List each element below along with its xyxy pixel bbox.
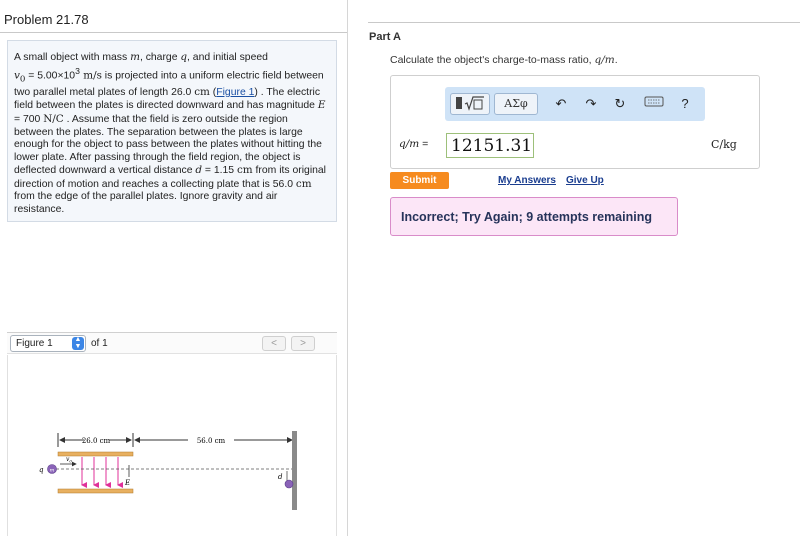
- title-divider: [0, 32, 348, 33]
- problem-statement: A small object with mass m, charge q, an…: [7, 40, 337, 222]
- gap-length-label: 56.0 cm: [197, 437, 226, 445]
- figure-select[interactable]: Figure 1 ▲ ▼: [10, 335, 86, 352]
- part-title: Part A: [369, 31, 401, 43]
- reset-icon[interactable]: ↻: [611, 94, 629, 114]
- particle-mass-label: m: [50, 468, 55, 474]
- submit-button[interactable]: Submit: [390, 172, 449, 189]
- answer-box: ΑΣφ ↶ ↷ ↻ ? q/m = 12151.31 C/kg: [390, 75, 760, 169]
- keyboard-icon[interactable]: [643, 94, 665, 114]
- answer-input[interactable]: 12151.31: [446, 133, 534, 158]
- figure-link[interactable]: Figure 1: [216, 87, 254, 98]
- part-divider: [368, 22, 800, 23]
- lower-plate: [57, 488, 134, 494]
- answer-label: q/m =: [399, 138, 429, 150]
- answer-unit: C/kg: [711, 138, 737, 151]
- math-toolbar: ΑΣφ ↶ ↷ ↻ ?: [445, 87, 705, 121]
- collecting-plate: [292, 431, 297, 510]
- chevron-updown-icon: ▲ ▼: [72, 336, 84, 350]
- particle-at-plate: [284, 479, 294, 489]
- field-label: E: [124, 479, 130, 487]
- pane-divider: [347, 0, 348, 536]
- velocity-label: v0: [66, 456, 72, 464]
- plate-length-label: 26.0 cm: [82, 437, 111, 445]
- figure-navigation-bar: Figure 1 ▲ ▼ of 1 < >: [7, 332, 337, 354]
- field-lines: [81, 457, 123, 488]
- redo-icon[interactable]: ↷: [582, 94, 600, 114]
- prev-figure-button[interactable]: <: [262, 336, 286, 351]
- help-button[interactable]: ?: [676, 94, 694, 114]
- symbols-button[interactable]: ΑΣφ: [494, 93, 538, 115]
- question-text: Calculate the object's charge-to-mass ra…: [390, 54, 618, 66]
- give-up-link[interactable]: Give Up: [566, 175, 604, 186]
- templates-button[interactable]: [450, 93, 490, 115]
- problem-title: Problem 21.78: [4, 12, 89, 27]
- figure-panel: 26.0 cm 56.0 cm E m q v0 d: [7, 355, 337, 536]
- feedback-message: Incorrect; Try Again; 9 attempts remaini…: [390, 197, 678, 236]
- undo-icon[interactable]: ↶: [552, 94, 570, 114]
- my-answers-link[interactable]: My Answers: [498, 175, 556, 186]
- next-figure-button[interactable]: >: [291, 336, 315, 351]
- figure-count: of 1: [91, 338, 108, 349]
- deflection-label: d: [278, 473, 283, 481]
- figure-diagram: 26.0 cm 56.0 cm E m q v0 d: [39, 431, 297, 510]
- particle-charge-label: q: [39, 466, 44, 474]
- templates-icon: [456, 96, 484, 111]
